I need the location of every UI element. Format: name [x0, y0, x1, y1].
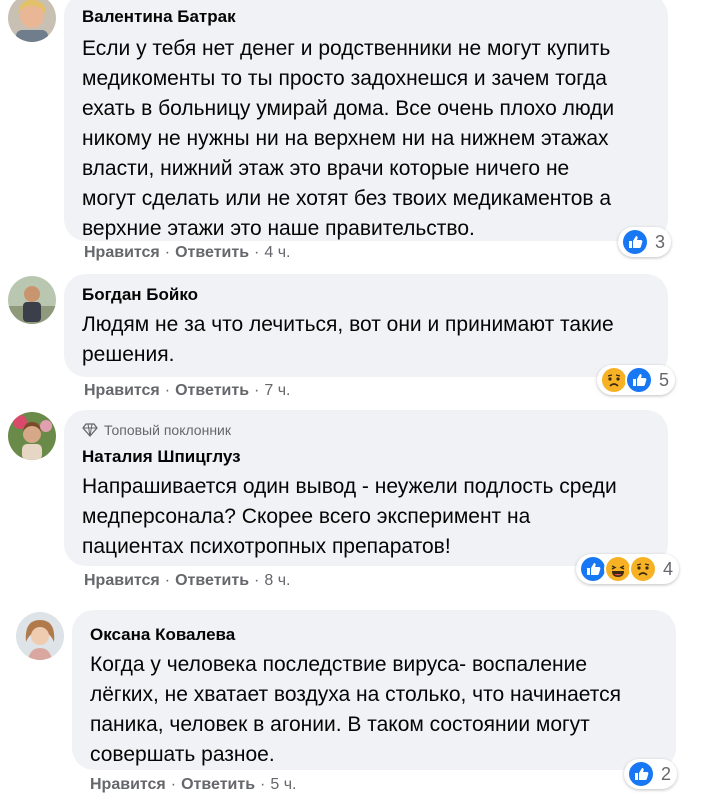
- reply-button[interactable]: Ответить: [175, 382, 249, 400]
- like-button[interactable]: Нравится: [90, 776, 166, 794]
- sad-reaction-icon: [629, 555, 657, 583]
- comment-author[interactable]: Оксана Ковалева: [90, 624, 658, 646]
- like-reaction-icon: [621, 228, 649, 256]
- like-reaction-icon: [627, 760, 655, 788]
- reaction-summary[interactable]: 3: [618, 227, 672, 257]
- reply-button[interactable]: Ответить: [181, 776, 255, 794]
- comment-bubble: Оксана Ковалева Когда у человека последс…: [72, 610, 676, 770]
- reply-button[interactable]: Ответить: [175, 244, 249, 262]
- comment-actions: Нравится · Ответить · 4 ч.: [84, 244, 290, 262]
- comment-bubble: Топовый поклонник Наталия Шпицглуз Напра…: [64, 410, 668, 566]
- diamond-icon: [82, 423, 98, 437]
- comment-time[interactable]: 7 ч.: [264, 382, 290, 400]
- comment-text: Напрашивается один вывод - неужели подло…: [82, 475, 617, 558]
- separator: ·: [254, 244, 260, 261]
- separator: ·: [164, 572, 171, 589]
- top-fan-badge: Топовый поклонник: [82, 420, 650, 440]
- like-button[interactable]: Нравится: [84, 382, 160, 400]
- comment-time[interactable]: 4 ч.: [264, 244, 290, 262]
- avatar[interactable]: [8, 276, 56, 324]
- separator: ·: [170, 776, 177, 793]
- sad-reaction-icon: [600, 366, 628, 394]
- separator: ·: [164, 244, 171, 261]
- avatar[interactable]: [16, 612, 64, 660]
- separator: ·: [164, 382, 171, 399]
- badge-label: Топовый поклонник: [104, 422, 231, 438]
- comment-author[interactable]: Валентина Батрак: [82, 6, 650, 28]
- like-button[interactable]: Нравится: [84, 244, 160, 262]
- like-reaction-icon: [625, 366, 653, 394]
- comment-time[interactable]: 8 ч.: [264, 572, 290, 590]
- separator: ·: [254, 572, 260, 589]
- comment-bubble: Богдан Бойко Людям не за что лечиться, в…: [64, 274, 668, 377]
- avatar[interactable]: [8, 0, 56, 42]
- comment-text: Людям не за что лечиться, вот они и прин…: [82, 313, 614, 366]
- reply-button[interactable]: Ответить: [175, 572, 249, 590]
- avatar[interactable]: [8, 412, 56, 460]
- comment-actions: Нравится · Ответить · 7 ч.: [84, 382, 290, 400]
- haha-reaction-icon: [604, 555, 632, 583]
- comment-author[interactable]: Богдан Бойко: [82, 284, 650, 306]
- like-button[interactable]: Нравится: [84, 572, 160, 590]
- comment-actions: Нравится · Ответить · 5 ч.: [90, 776, 296, 794]
- comment-text: Если у тебя нет денег и родственники не …: [82, 37, 615, 240]
- separator: ·: [254, 382, 260, 399]
- reaction-summary[interactable]: 2: [624, 759, 678, 789]
- reaction-count: 5: [659, 369, 670, 390]
- reaction-count: 4: [663, 558, 674, 579]
- reaction-count: 3: [655, 231, 666, 252]
- comment-text: Когда у человека последствие вируса- вос…: [90, 653, 621, 766]
- comment-bubble: Валентина Батрак Если у тебя нет денег и…: [64, 0, 668, 241]
- comment-time[interactable]: 5 ч.: [270, 776, 296, 794]
- reaction-summary[interactable]: 5: [597, 365, 676, 395]
- reaction-summary[interactable]: 4: [576, 554, 680, 584]
- like-reaction-icon: [579, 555, 607, 583]
- separator: ·: [260, 776, 266, 793]
- comment-actions: Нравится · Ответить · 8 ч.: [84, 572, 290, 590]
- reaction-count: 2: [661, 763, 672, 784]
- comment-author[interactable]: Наталия Шпицглуз: [82, 446, 650, 468]
